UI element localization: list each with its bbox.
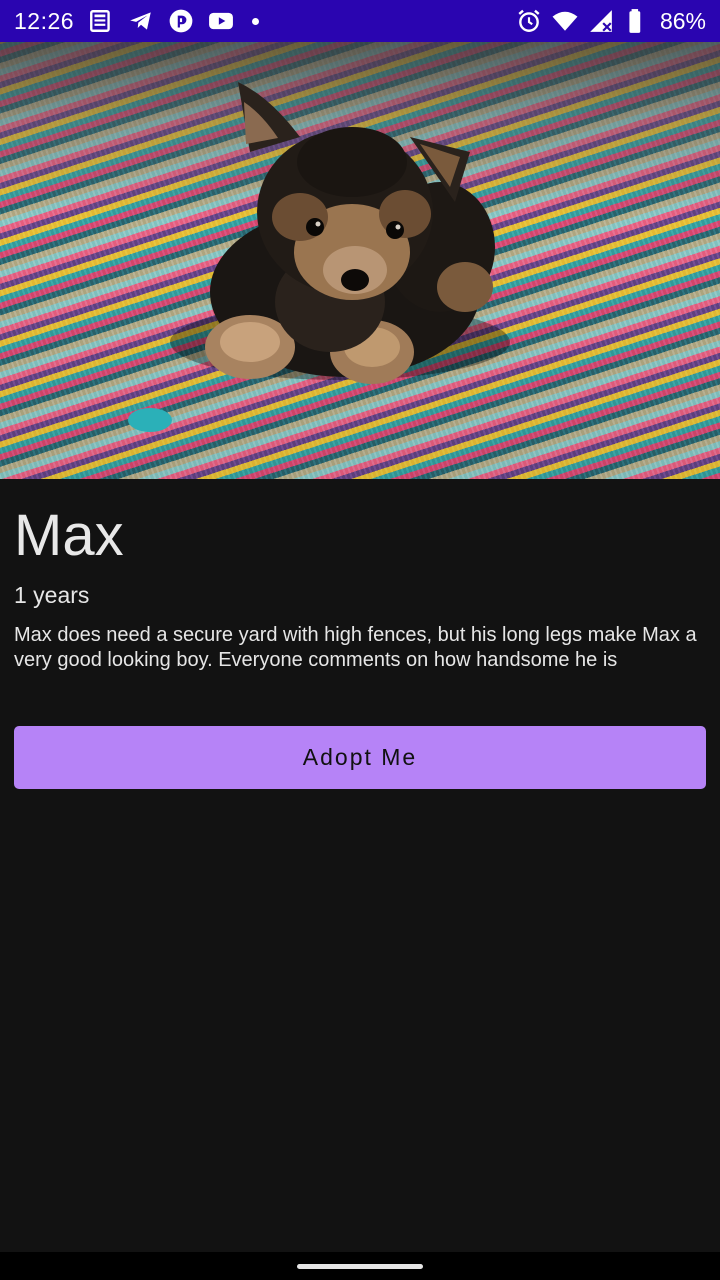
pet-name: Max bbox=[14, 503, 124, 568]
notification-dot-icon bbox=[252, 17, 260, 25]
adopt-me-button[interactable]: Adopt Me bbox=[14, 726, 706, 789]
status-time: 12:26 bbox=[14, 7, 75, 34]
battery-icon bbox=[624, 8, 650, 34]
alarm-icon bbox=[516, 8, 542, 34]
signal-icon bbox=[588, 8, 614, 34]
wifi-icon bbox=[552, 8, 578, 34]
status-right: 86% bbox=[516, 8, 706, 35]
status-left: 12:26 bbox=[14, 7, 260, 35]
puppy-illustration bbox=[128, 82, 510, 432]
pet-age: 1 years bbox=[14, 582, 90, 608]
youtube-icon bbox=[208, 8, 234, 34]
status-bar: 12:26 86% bbox=[0, 0, 720, 42]
navigation-bar bbox=[0, 1252, 720, 1280]
news-icon bbox=[88, 8, 114, 34]
telegram-icon bbox=[128, 8, 154, 34]
home-gesture-handle[interactable] bbox=[297, 1264, 423, 1269]
pocket-casts-icon bbox=[168, 8, 194, 34]
battery-percent: 86% bbox=[659, 7, 706, 34]
pet-description: Max does need a secure yard with high fe… bbox=[14, 624, 697, 671]
puppy-photo bbox=[0, 42, 720, 479]
